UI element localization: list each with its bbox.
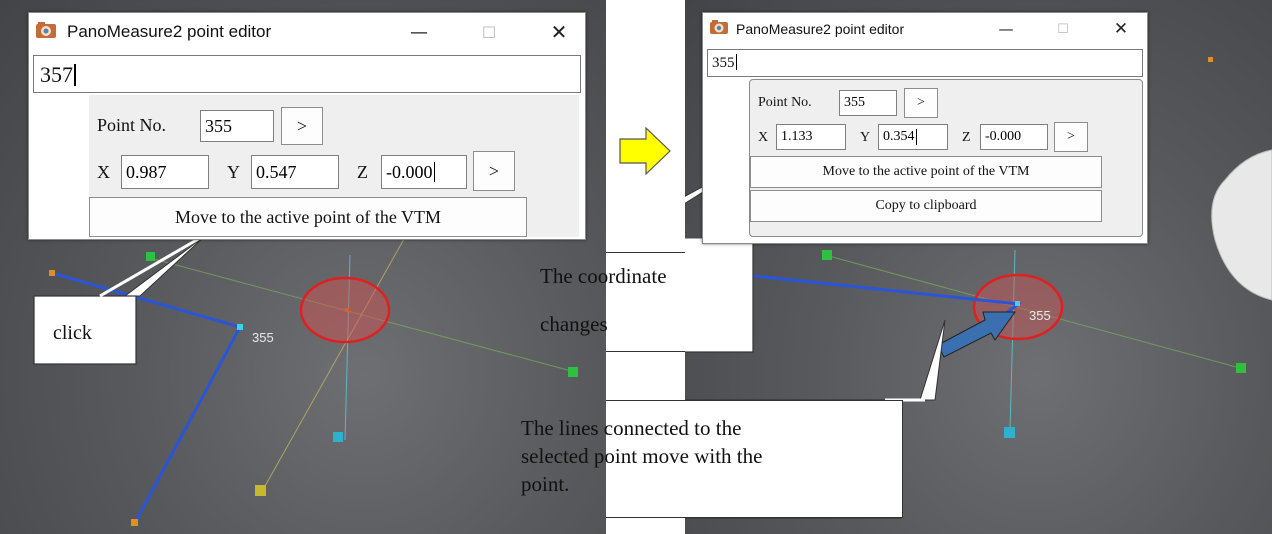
cyan-marker <box>333 432 343 442</box>
device-shape <box>1211 149 1272 301</box>
point-number-label: 355 <box>252 330 274 345</box>
callout-lines-line3: point. <box>521 472 570 496</box>
callout-lines-line2: selected point move with the <box>521 444 763 468</box>
center-marker <box>345 308 349 312</box>
camera-icon <box>35 21 57 44</box>
window-title: PanoMeasure2 point editor <box>736 21 905 37</box>
y-label: Y <box>860 130 871 145</box>
coord-next-button[interactable]: > <box>473 151 515 191</box>
editor-panel: Point No. 355 > X 0.987 Y 0.547 Z -0.000… <box>89 95 579 237</box>
command-input-text: 355 <box>712 54 737 72</box>
right-scene: 355 PanoMeasure2 point editor — ☐ ✕ 355 … <box>685 0 1272 534</box>
z-label: Z <box>357 162 368 182</box>
copy-to-clipboard-button[interactable]: Copy to clipboard <box>750 190 1102 222</box>
command-input-text: 357 <box>40 62 76 88</box>
active-point-marker <box>237 324 243 330</box>
green-marker <box>1236 363 1246 373</box>
window-title: PanoMeasure2 point editor <box>67 22 272 41</box>
green-marker <box>146 252 155 261</box>
point-no-input[interactable]: 355 <box>200 110 274 142</box>
x-label: X <box>758 130 769 145</box>
point-no-label: Point No. <box>97 115 167 135</box>
active-point-marker <box>1015 301 1020 306</box>
callout-coordinate-box <box>685 239 754 353</box>
point-marker <box>49 270 55 276</box>
point-no-input[interactable]: 355 <box>839 90 897 116</box>
green-marker <box>568 367 578 377</box>
x-input[interactable]: 1.133 <box>776 124 846 150</box>
title-bar[interactable]: PanoMeasure2 point editor — ☐ ✕ <box>703 13 1147 45</box>
minimize-button[interactable]: — <box>399 13 439 51</box>
x-label: X <box>97 162 110 182</box>
camera-icon <box>709 19 729 40</box>
callout-coordinate-line2: changes <box>540 312 608 336</box>
callout-click-text: click <box>53 322 92 344</box>
point-no-label: Point No. <box>758 95 812 110</box>
x-input[interactable]: 0.987 <box>121 155 209 189</box>
close-button[interactable]: ✕ <box>537 13 581 51</box>
yellow-marker <box>255 485 266 496</box>
y-label: Y <box>227 162 240 182</box>
next-point-button[interactable]: > <box>904 88 938 118</box>
move-to-active-point-button[interactable]: Move to the active point of the VTM <box>750 156 1102 188</box>
title-bar[interactable]: PanoMeasure2 point editor — ☐ ✕ <box>29 13 585 51</box>
y-input[interactable]: 0.354 <box>878 124 948 150</box>
minimize-button[interactable]: — <box>988 13 1024 45</box>
y-input[interactable]: 0.547 <box>251 155 339 189</box>
callout-lines-line1: The lines connected to the <box>521 416 742 440</box>
point-marker <box>131 519 138 526</box>
left-scene: 355 click PanoMeasure2 point editor — ☐ … <box>0 0 606 534</box>
cyan-marker <box>1004 427 1015 438</box>
point-editor-window[interactable]: PanoMeasure2 point editor — ☐ ✕ 357 Poin… <box>28 12 586 240</box>
right-arrow-icon <box>619 126 671 176</box>
command-input[interactable]: 355 <box>707 49 1143 77</box>
callout-coordinate-line1: The coordinate <box>540 264 667 288</box>
point-marker <box>1208 57 1213 62</box>
point-editor-window[interactable]: PanoMeasure2 point editor — ☐ ✕ 355 Poin… <box>702 12 1148 244</box>
coord-next-button[interactable]: > <box>1054 122 1088 152</box>
move-to-active-point-button[interactable]: Move to the active point of the VTM <box>89 197 527 237</box>
close-button[interactable]: ✕ <box>1101 13 1141 45</box>
command-input[interactable]: 357 <box>33 55 581 93</box>
next-point-button[interactable]: > <box>281 107 323 145</box>
z-input[interactable]: -0.000 <box>381 155 467 189</box>
point-number-label: 355 <box>1029 308 1051 323</box>
z-label: Z <box>962 130 971 145</box>
z-input[interactable]: -0.000 <box>980 124 1048 150</box>
maximize-button[interactable]: ☐ <box>469 13 509 51</box>
green-marker <box>822 250 832 260</box>
maximize-button[interactable]: ☐ <box>1045 13 1081 45</box>
editor-panel: Point No. 355 > X 1.133 Y 0.354 Z -0.000… <box>749 79 1143 237</box>
